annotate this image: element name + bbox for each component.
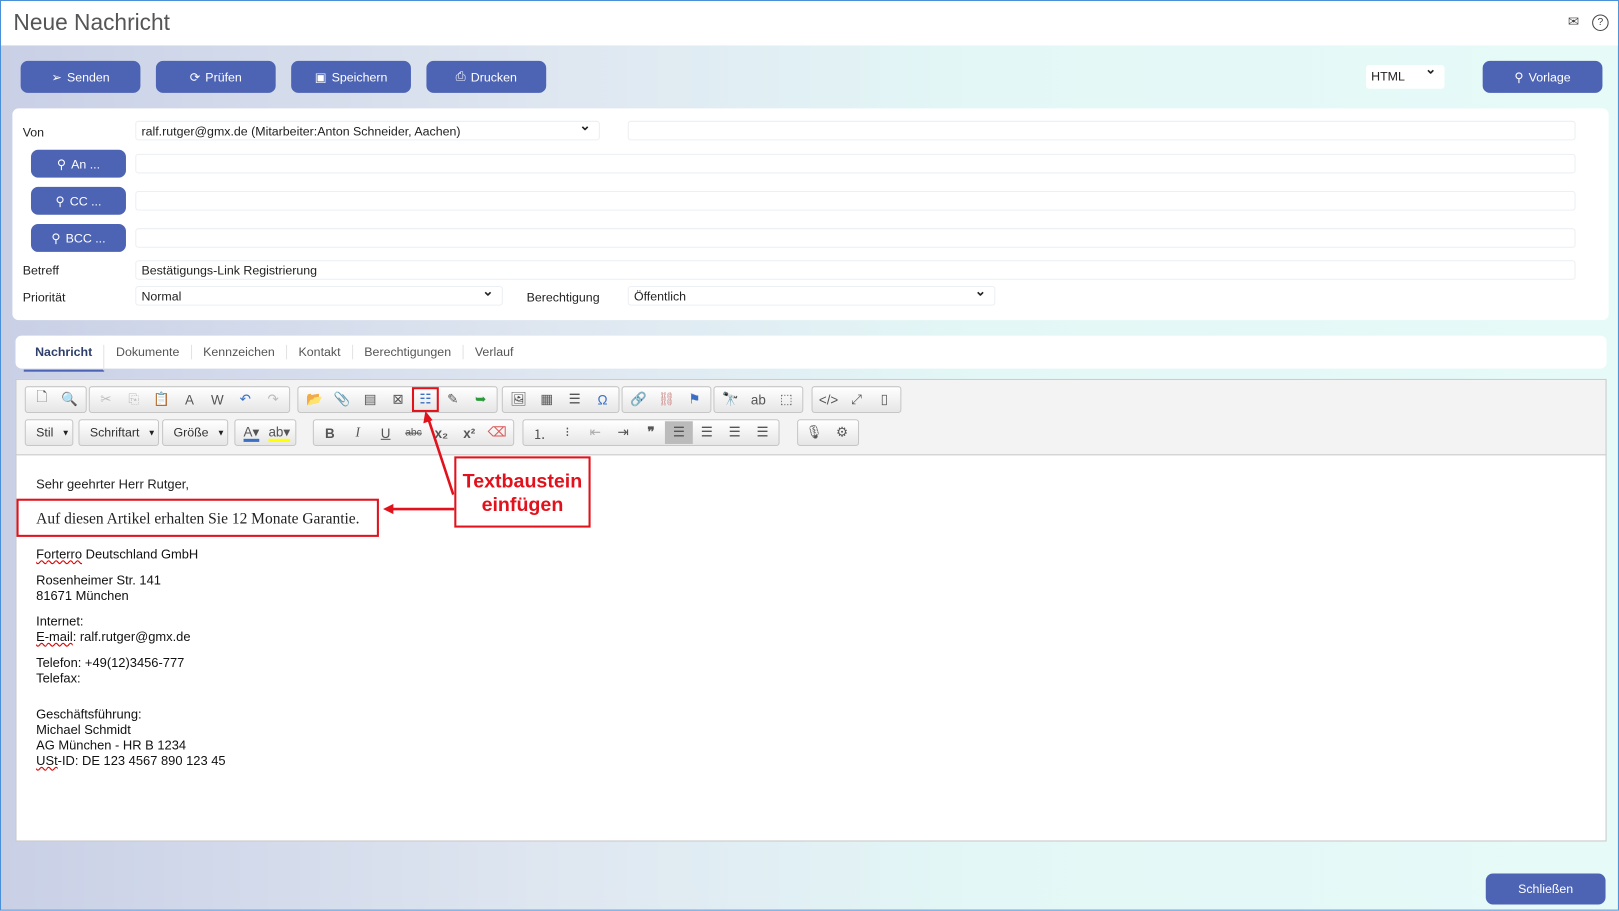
arrowhead-up xyxy=(423,410,433,424)
close-button[interactable]: Schließen xyxy=(1485,873,1606,905)
arrow-line-to-button xyxy=(427,418,455,495)
annotation-line-1: Textbaustein xyxy=(462,470,583,493)
annotation-line-2: einfügen xyxy=(481,494,564,517)
arrowhead-left xyxy=(383,503,394,515)
close-label: Schließen xyxy=(1518,881,1574,897)
annotation-arrows xyxy=(383,410,455,515)
annotation-callout: Textbaustein einfügen xyxy=(454,456,591,528)
